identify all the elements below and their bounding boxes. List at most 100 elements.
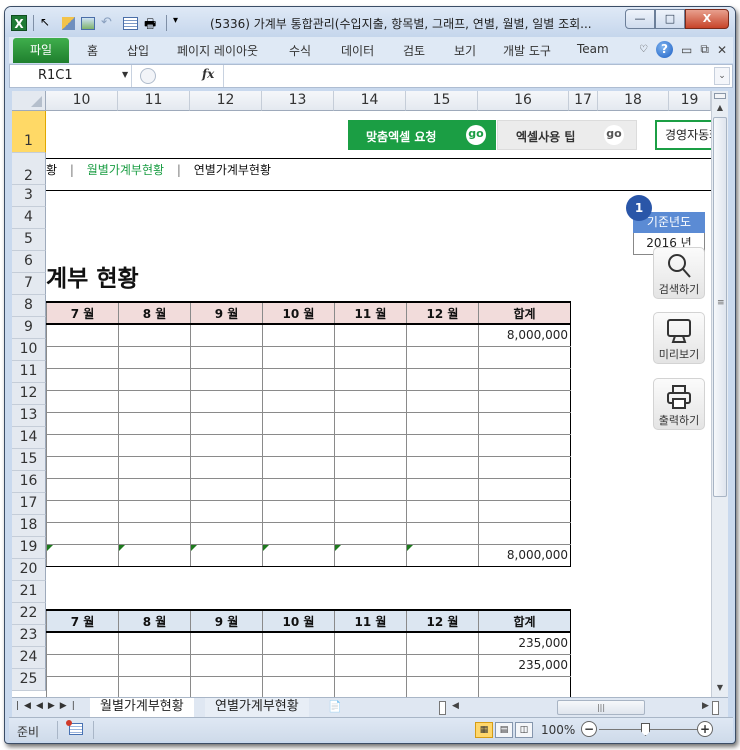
row-header[interactable]: 23 (12, 625, 46, 647)
table-cell[interactable] (46, 455, 119, 479)
row-header[interactable]: 1 (12, 111, 46, 153)
table-cell[interactable] (46, 499, 119, 523)
row-header[interactable]: 17 (12, 493, 46, 515)
table-cell[interactable] (334, 477, 407, 501)
nav-prev-link[interactable]: 황 (46, 163, 57, 177)
table-cell[interactable] (406, 455, 479, 479)
row-header[interactable]: 6 (12, 251, 46, 273)
table-cell[interactable] (478, 433, 571, 457)
table-cell[interactable] (190, 653, 263, 677)
column-header[interactable]: 15 (406, 91, 478, 111)
column-header[interactable]: 12 (190, 91, 262, 111)
table-cell[interactable] (190, 499, 263, 523)
table-cell[interactable] (334, 653, 407, 677)
table-cell[interactable] (406, 477, 479, 501)
row-header[interactable]: 22 (12, 603, 46, 625)
table-cell[interactable] (190, 323, 263, 347)
table-cell[interactable] (262, 653, 335, 677)
zoom-slider-thumb[interactable] (641, 723, 650, 736)
table-cell[interactable] (262, 631, 335, 655)
table-cell[interactable] (406, 675, 479, 697)
sum-cell[interactable] (46, 543, 119, 567)
search-button[interactable]: 검색하기 (653, 247, 705, 299)
workbook-minimize-icon[interactable]: ▭ (681, 43, 692, 57)
row-header[interactable]: 2 (12, 153, 46, 185)
business-automation-link[interactable]: 경영자동화 (655, 120, 711, 150)
table-cell[interactable] (262, 323, 335, 347)
table-cell[interactable] (46, 411, 119, 435)
table-cell[interactable]: 8,000,000 (478, 323, 571, 347)
table-cell[interactable] (406, 323, 479, 347)
table-cell[interactable] (190, 477, 263, 501)
maximize-button[interactable]: □ (655, 9, 685, 29)
column-header[interactable]: 13 (262, 91, 334, 111)
table-cell[interactable] (478, 345, 571, 369)
table-cell[interactable] (406, 653, 479, 677)
table-cell[interactable] (334, 389, 407, 413)
copy-format-icon[interactable] (62, 16, 75, 30)
sheet-nav-arrows-icon[interactable]: |◀◀▶▶| (16, 701, 80, 711)
table-cell[interactable] (46, 389, 119, 413)
table-cell[interactable] (46, 521, 119, 545)
table-cell[interactable] (478, 367, 571, 391)
vertical-scrollbar[interactable]: ▲ ≡ ▼ (711, 91, 728, 697)
formula-input[interactable] (226, 65, 712, 87)
customize-qat-icon[interactable]: ▾ (173, 15, 189, 31)
preview-button[interactable]: 미리보기 (653, 312, 705, 364)
nav-monthly-link[interactable]: 월별가계부현황 (87, 163, 164, 177)
table-cell[interactable] (118, 433, 191, 457)
row-header[interactable]: 18 (12, 515, 46, 537)
tab-view[interactable]: 보기 (454, 42, 476, 59)
table-cell[interactable] (478, 411, 571, 435)
expand-formula-bar-icon[interactable]: ⌄ (714, 67, 730, 85)
table-cell[interactable] (334, 411, 407, 435)
table-cell[interactable] (406, 345, 479, 369)
zoom-in-button[interactable]: + (697, 721, 713, 737)
table-cell[interactable] (262, 389, 335, 413)
table-cell[interactable] (478, 455, 571, 479)
table-cell[interactable] (46, 675, 119, 697)
table-cell[interactable] (190, 433, 263, 457)
row-header[interactable]: 16 (12, 471, 46, 493)
table-cell[interactable] (406, 521, 479, 545)
table-cell[interactable] (262, 521, 335, 545)
table-cell[interactable] (190, 367, 263, 391)
table-cell[interactable] (406, 631, 479, 655)
table-cell[interactable] (406, 389, 479, 413)
table-cell[interactable] (46, 367, 119, 391)
column-header[interactable]: 14 (334, 91, 406, 111)
row-header[interactable]: 13 (12, 405, 46, 427)
row-header[interactable]: 8 (12, 295, 46, 317)
table-cell[interactable] (262, 499, 335, 523)
table-cell[interactable] (46, 653, 119, 677)
vertical-scroll-thumb[interactable]: ≡ (713, 117, 727, 497)
tab-page-layout[interactable]: 페이지 레이아웃 (177, 42, 258, 59)
tab-team[interactable]: Team (577, 42, 609, 56)
table-cell[interactable] (118, 499, 191, 523)
table-cell[interactable] (190, 521, 263, 545)
row-header[interactable]: 11 (12, 361, 46, 383)
row-header[interactable]: 24 (12, 647, 46, 669)
table-cell[interactable] (118, 411, 191, 435)
table-cell[interactable] (334, 455, 407, 479)
tab-split-handle[interactable] (439, 701, 446, 715)
macro-record-icon[interactable] (66, 720, 83, 735)
table-cell[interactable] (334, 323, 407, 347)
table-cell[interactable] (262, 675, 335, 697)
custom-excel-request-button[interactable]: 맞춤엑셀 요청 go (348, 120, 496, 150)
table-cell[interactable] (118, 477, 191, 501)
table-cell[interactable] (478, 499, 571, 523)
table-cell[interactable] (406, 499, 479, 523)
workbook-restore-icon[interactable]: ⧉ (700, 42, 709, 57)
row-header[interactable]: 25 (12, 669, 46, 691)
help-icon[interactable]: ? (656, 41, 674, 58)
zoom-level[interactable]: 100% (541, 723, 575, 737)
table-cell[interactable] (262, 367, 335, 391)
row-header[interactable]: 10 (12, 339, 46, 361)
column-header[interactable]: 19 (669, 91, 711, 111)
column-header[interactable]: 17 (569, 91, 598, 111)
scroll-up-icon[interactable]: ▲ (713, 101, 727, 115)
page-layout-view-button[interactable]: ▤ (495, 722, 513, 738)
row-header[interactable]: 15 (12, 449, 46, 471)
table-cell[interactable] (478, 477, 571, 501)
